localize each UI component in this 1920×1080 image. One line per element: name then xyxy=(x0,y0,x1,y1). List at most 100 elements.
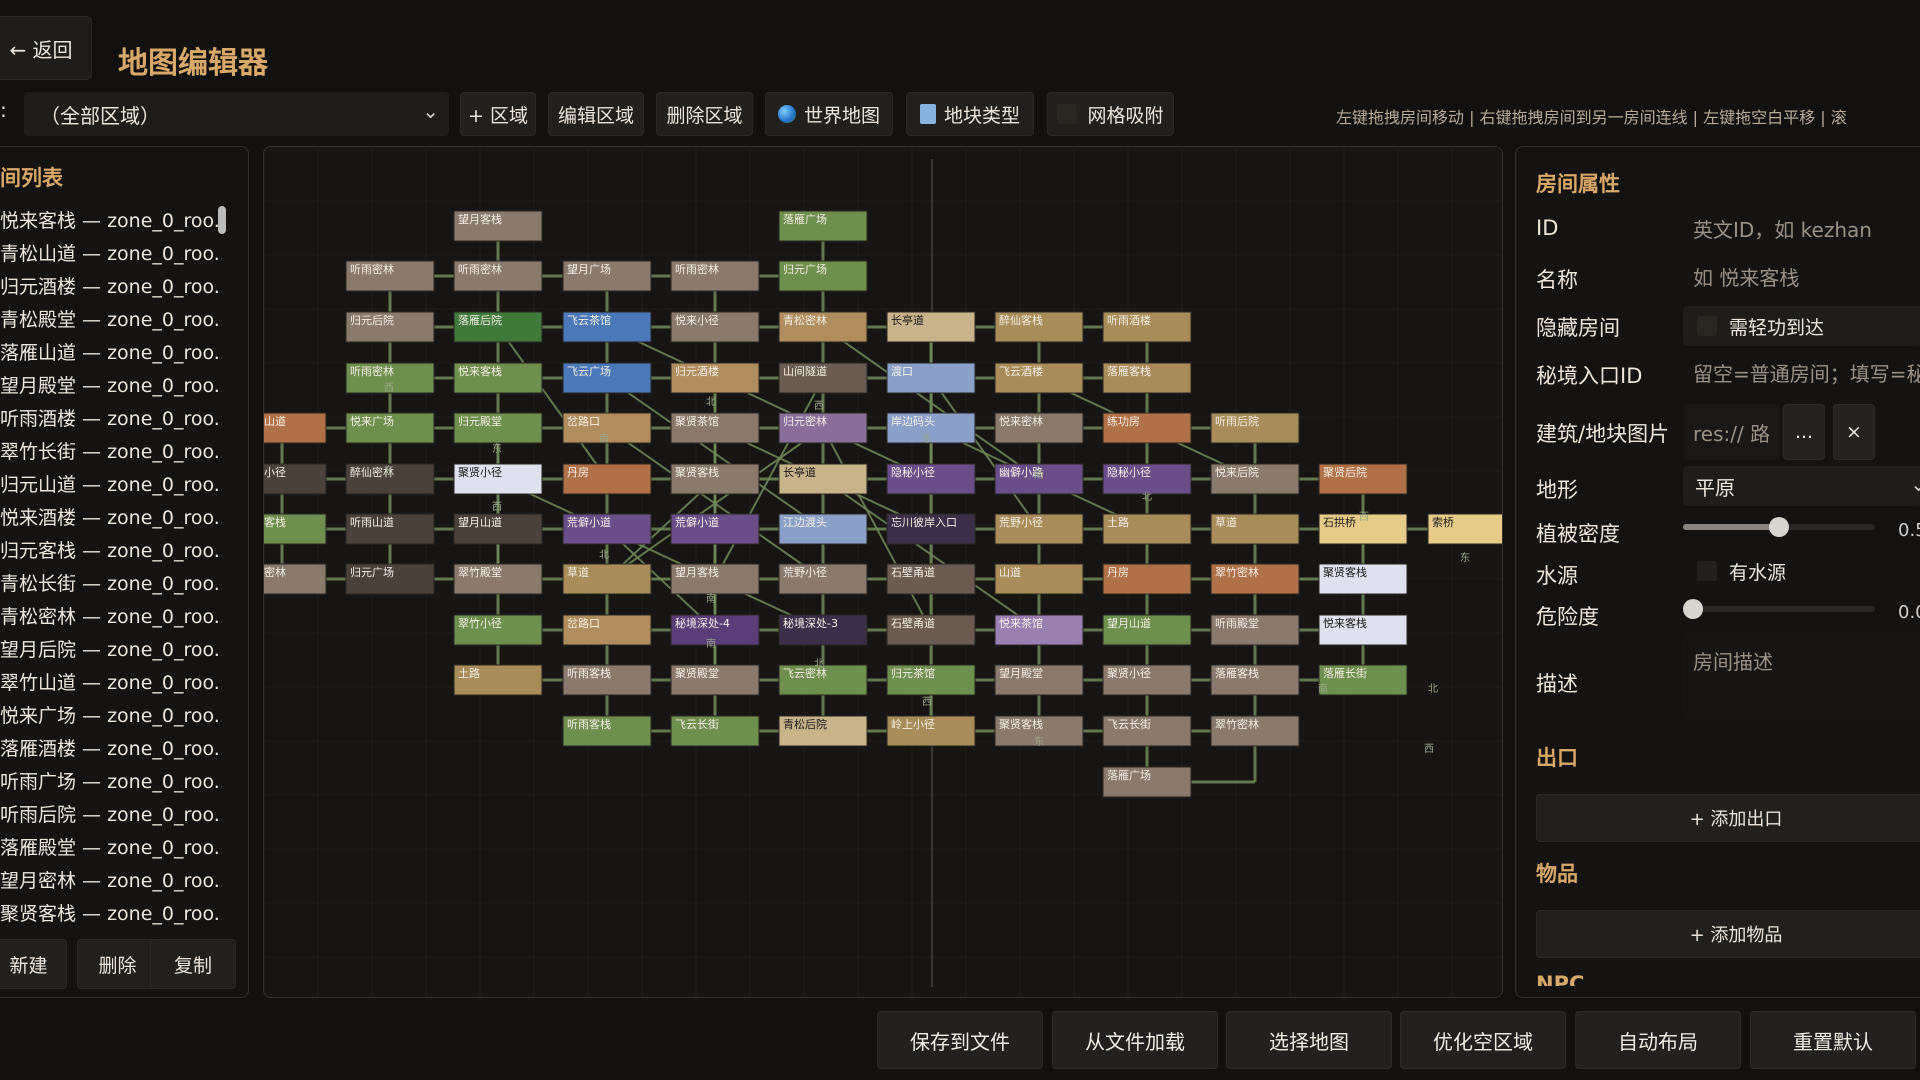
room-list-item[interactable]: 落雁山道 — zone_0_roo... xyxy=(0,338,222,365)
vegetation-slider[interactable] xyxy=(1683,517,1875,537)
map-room[interactable]: 聚贤后院 xyxy=(1318,463,1408,495)
map-room[interactable]: 荒僻小道 xyxy=(670,513,760,545)
map-room[interactable]: 听雨酒楼 xyxy=(1102,311,1192,343)
map-room[interactable]: 听雨客栈 xyxy=(562,664,652,696)
map-room[interactable]: 落雁客栈 xyxy=(1210,664,1300,696)
optimize-button[interactable]: 优化空区域 xyxy=(1400,1011,1566,1069)
map-room[interactable]: 望月山道 xyxy=(453,513,543,545)
delete-room-button[interactable]: 删除 xyxy=(77,939,158,989)
vegetation-slider-handle[interactable] xyxy=(1769,517,1789,537)
map-room[interactable]: 醉仙客栈 xyxy=(994,311,1084,343)
map-room[interactable]: 听雨密林 xyxy=(345,260,435,292)
map-room[interactable]: 听雨山道 xyxy=(345,513,435,545)
room-list-item[interactable]: 悦来酒楼 — zone_0_roo... xyxy=(0,503,222,530)
map-room[interactable]: 荒野小径 xyxy=(778,563,868,595)
map-room[interactable]: 归元茶馆 xyxy=(886,664,976,696)
map-room[interactable]: 归元后院 xyxy=(345,311,435,343)
map-room[interactable]: 聚贤客栈 xyxy=(1318,563,1408,595)
image-path-input[interactable]: res:// 路 xyxy=(1683,404,1779,460)
map-room[interactable]: 翠竹小径 xyxy=(453,614,543,646)
map-room[interactable]: 归元酒楼 xyxy=(670,362,760,394)
map-room[interactable]: 飞云广场 xyxy=(562,362,652,394)
map-room[interactable]: 悦来密林 xyxy=(994,412,1084,444)
map-room[interactable]: 岭上小径 xyxy=(886,715,976,747)
name-input[interactable]: 如 悦来客栈 xyxy=(1683,256,1920,296)
map-room[interactable]: 落雁广场 xyxy=(778,210,868,242)
room-list-item[interactable]: 悦来广场 — zone_0_roo... xyxy=(0,701,222,728)
map-room[interactable]: 草道 xyxy=(562,563,652,595)
map-room[interactable]: 归元广场 xyxy=(345,563,435,595)
map-room[interactable]: 隐秘小径 xyxy=(886,463,976,495)
reset-default-button[interactable]: 重置默认 xyxy=(1750,1011,1916,1069)
map-room[interactable]: 飞云茶馆 xyxy=(562,311,652,343)
new-room-button[interactable]: 新建 xyxy=(0,939,67,989)
map-room[interactable]: 土路 xyxy=(1102,513,1192,545)
map-room[interactable]: 翠竹密林 xyxy=(1210,563,1300,595)
danger-slider-handle[interactable] xyxy=(1683,599,1703,619)
room-list-item[interactable]: 青松殿堂 — zone_0_roo... xyxy=(0,305,222,332)
map-room[interactable]: 山间隧道 xyxy=(778,362,868,394)
map-room[interactable]: 翠竹殿堂 xyxy=(453,563,543,595)
room-list-item[interactable]: 望月殿堂 — zone_0_roo... xyxy=(0,371,222,398)
map-room[interactable]: 悦来密林 xyxy=(264,563,327,595)
room-list-item[interactable]: 听雨后院 — zone_0_roo... xyxy=(0,800,222,827)
map-room[interactable]: 聚贤茶馆 xyxy=(670,412,760,444)
map-room[interactable]: 望月客栈 xyxy=(453,210,543,242)
map-room[interactable]: 聚贤小径 xyxy=(453,463,543,495)
map-room[interactable]: 望月广场 xyxy=(562,260,652,292)
map-room[interactable]: 悦来客栈 xyxy=(453,362,543,394)
map-room[interactable]: 归元殿堂 xyxy=(453,412,543,444)
auto-layout-button[interactable]: 自动布局 xyxy=(1575,1011,1741,1069)
room-list-item[interactable]: 青松长街 — zone_0_roo... xyxy=(0,569,222,596)
map-room[interactable]: 长亭道 xyxy=(778,463,868,495)
save-file-button[interactable]: 保存到文件 xyxy=(877,1011,1043,1069)
map-graph[interactable]: 望月客栈 落雁广场听雨密林 听雨密林 望月广场 听雨密林 归元广场归元后院 落雁后院 飞云茶馆… xyxy=(264,147,1503,998)
map-room[interactable]: 归元广场 xyxy=(778,260,868,292)
add-zone-button[interactable]: + 区域 xyxy=(460,92,536,136)
map-room[interactable]: 岔路口 xyxy=(562,614,652,646)
secret-entry-input[interactable]: 留空=普通房间；填写=秘 xyxy=(1683,352,1920,392)
map-room[interactable]: 丹房 xyxy=(1102,563,1192,595)
map-room[interactable]: 悦来小径 xyxy=(264,463,327,495)
map-room[interactable]: 悦来广场 xyxy=(345,412,435,444)
map-room[interactable]: 隐秘小径 xyxy=(1102,463,1192,495)
map-room[interactable]: 长亭道 xyxy=(886,311,976,343)
map-room[interactable]: 荒僻小道 xyxy=(562,513,652,545)
room-list-item[interactable]: 归元客栈 — zone_0_roo... xyxy=(0,536,222,563)
map-room[interactable]: 聚贤客栈 xyxy=(670,463,760,495)
map-room[interactable]: 归元密林 xyxy=(778,412,868,444)
back-button[interactable]: ← 返回 xyxy=(0,16,92,80)
id-input[interactable]: 英文ID，如 kezhan xyxy=(1683,208,1920,248)
map-room[interactable]: 悦来茶馆 xyxy=(994,614,1084,646)
map-room[interactable]: 青松密林 xyxy=(778,311,868,343)
map-room[interactable]: 悦来后院 xyxy=(1210,463,1300,495)
delete-zone-button[interactable]: 删除区域 xyxy=(656,92,753,136)
map-room[interactable]: 聚贤小径 xyxy=(1102,664,1192,696)
description-input[interactable]: 房间描述 xyxy=(1683,632,1920,720)
map-room[interactable]: 望月山道 xyxy=(1102,614,1192,646)
grid-snap-toggle[interactable]: 网格吸附 xyxy=(1047,92,1174,136)
map-room[interactable]: 练功房 xyxy=(1102,412,1192,444)
world-map-button[interactable]: 世界地图 xyxy=(765,92,893,136)
map-room[interactable]: 听雨客栈 xyxy=(562,715,652,747)
map-room[interactable]: 索桥 xyxy=(1427,513,1503,545)
map-room[interactable]: 飞云长街 xyxy=(670,715,760,747)
map-room[interactable]: 荒野小径 xyxy=(994,513,1084,545)
map-room[interactable]: 落雁长街 xyxy=(1318,664,1408,696)
room-list-item[interactable]: 听雨酒楼 — zone_0_roo... xyxy=(0,404,222,431)
image-browse-button[interactable]: ... xyxy=(1783,404,1825,460)
map-room[interactable]: 飞云长街 xyxy=(1102,715,1192,747)
room-list-item[interactable]: 青松密林 — zone_0_roo... xyxy=(0,602,222,629)
map-room[interactable]: 青松后院 xyxy=(778,715,868,747)
map-room[interactable]: 山道 xyxy=(994,563,1084,595)
room-list-scrollbar[interactable] xyxy=(218,206,226,234)
map-room[interactable]: 聚贤殿堂 xyxy=(670,664,760,696)
map-room[interactable]: 听雨殿堂 xyxy=(1210,614,1300,646)
map-room[interactable]: 悦来客栈 xyxy=(1318,614,1408,646)
map-room[interactable]: 听雨密林 xyxy=(670,260,760,292)
copy-room-button[interactable]: 复制 xyxy=(150,939,236,989)
water-toggle[interactable]: 有水源 xyxy=(1683,552,1920,590)
map-room[interactable]: 秘境深处-3 xyxy=(778,614,868,646)
room-list-item[interactable]: 翠竹山道 — zone_0_roo... xyxy=(0,668,222,695)
room-list-item[interactable]: 归元山道 — zone_0_roo... xyxy=(0,470,222,497)
